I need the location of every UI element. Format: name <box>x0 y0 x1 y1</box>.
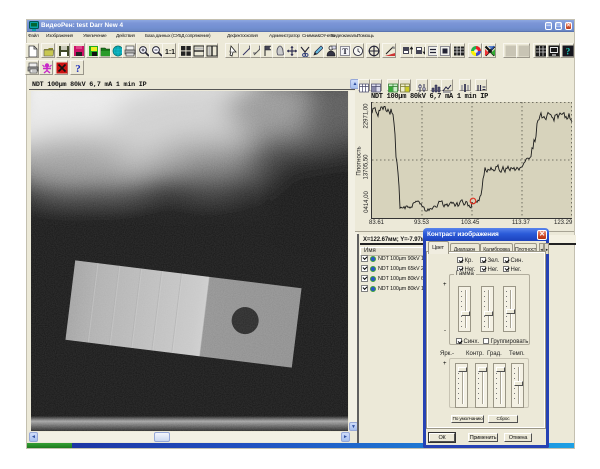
svg-text:?: ? <box>76 63 82 74</box>
svg-text:1:1: 1:1 <box>165 49 175 56</box>
svg-text:T: T <box>342 47 348 56</box>
svg-text:?: ? <box>565 47 570 57</box>
